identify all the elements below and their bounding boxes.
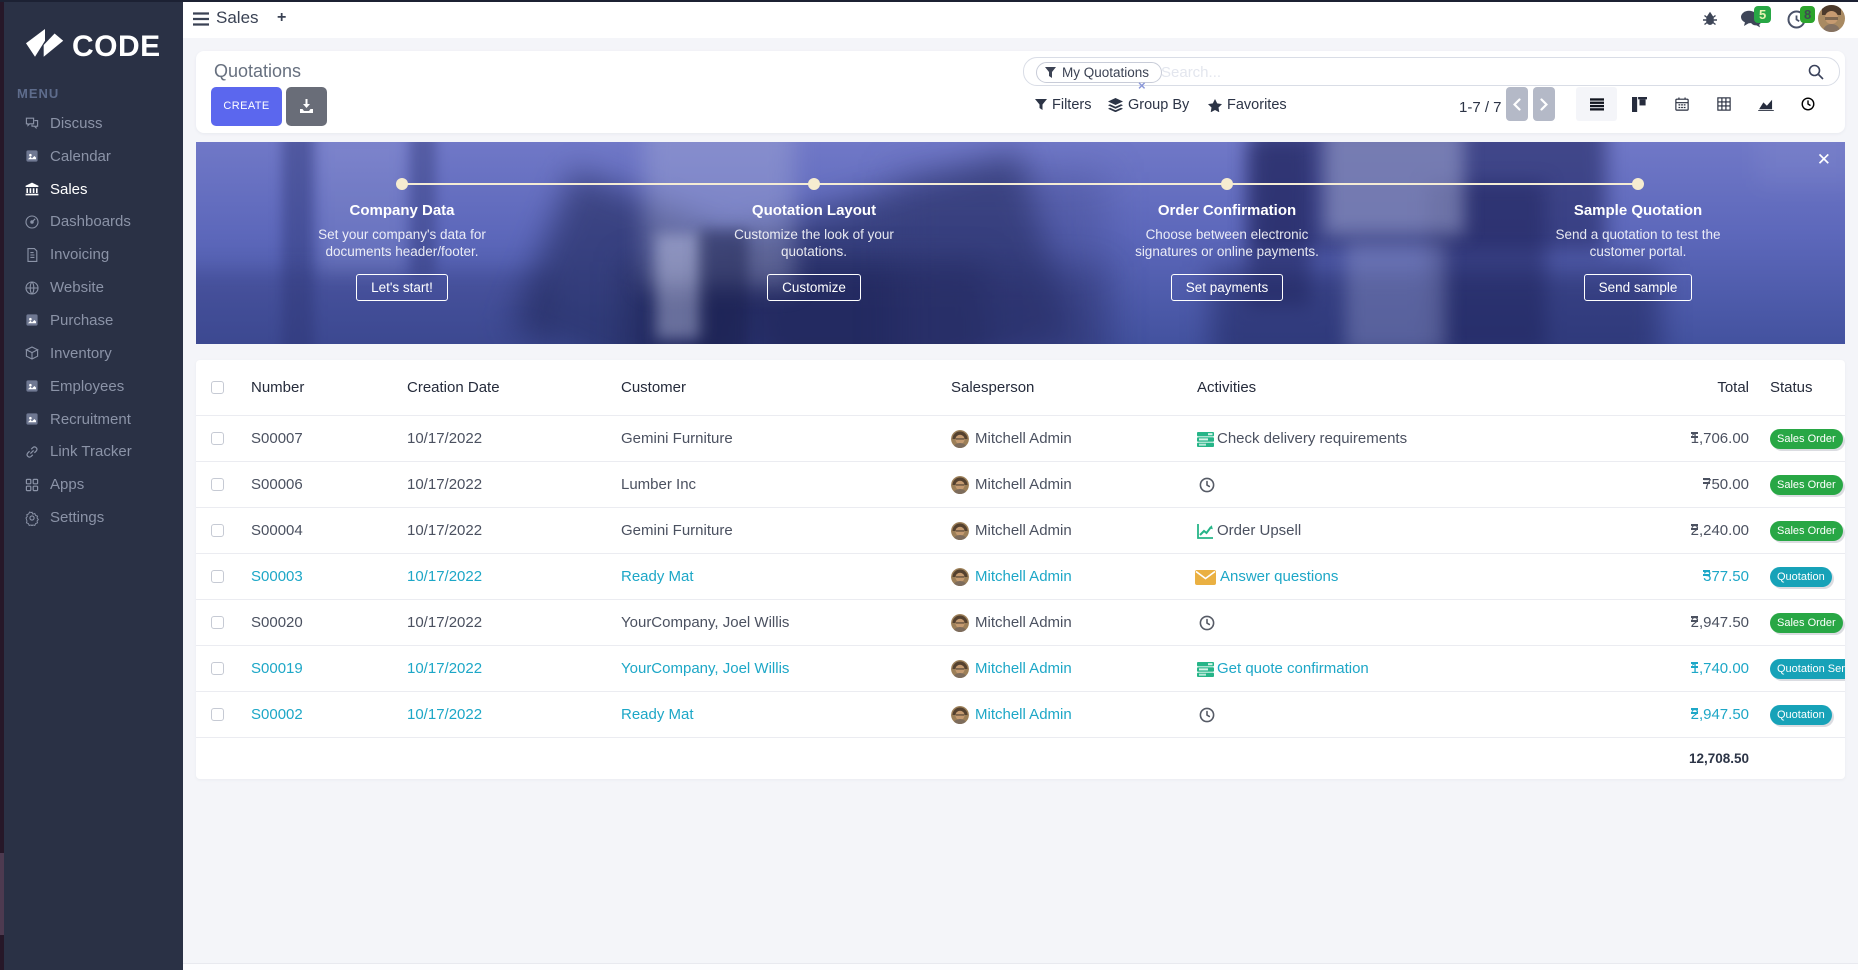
svg-text:CODE: CODE	[72, 30, 161, 62]
